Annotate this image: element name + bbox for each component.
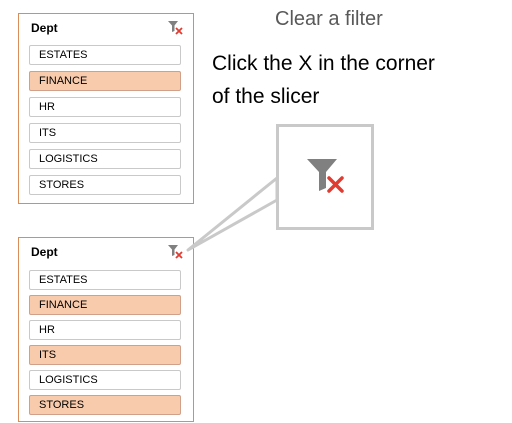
- clear-filter-icon-zoomed: [307, 159, 344, 193]
- callout-pointer: [186, 176, 279, 252]
- zoom-callout: [276, 124, 374, 230]
